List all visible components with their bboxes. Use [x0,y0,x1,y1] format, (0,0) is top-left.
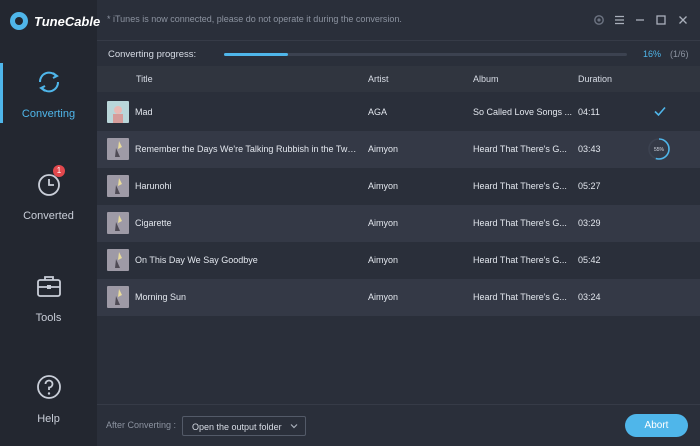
after-converting-value: Open the output folder [192,422,282,432]
notice-text: iTunes is now connected, please do not o… [113,14,402,24]
track-duration: 04:11 [578,107,600,117]
checkmark-icon [654,106,666,117]
sidebar-item-tools[interactable]: Tools [0,267,97,363]
track-title: Morning Sun [135,292,187,302]
menu-icon[interactable] [611,12,627,28]
table-row[interactable]: Morning Sun Aimyon Heard That There's G.… [97,279,700,316]
converting-icon [38,71,60,93]
row-progress-text: 55% [654,147,665,153]
maximize-icon[interactable] [653,12,669,28]
track-title: On This Day We Say Goodbye [135,255,258,265]
track-duration: 05:27 [578,181,601,191]
footer-bar: After Converting : Open the output folde… [97,404,700,446]
track-duration: 03:24 [578,292,601,302]
album-art [107,212,129,234]
track-artist: Aimyon [368,144,399,154]
progress-percent: 16% [643,49,662,59]
track-title: Remember the Days We're Talking Rubbish … [135,144,357,154]
app-brand: TuneCable [10,10,100,32]
track-title: Harunohi [135,181,172,191]
app-name: TuneCable [34,13,101,29]
after-converting-label: After Converting : [106,420,177,430]
album-art [107,249,129,271]
itunes-notice: * iTunes is now connected, please do not… [107,14,402,24]
table-row[interactable]: Cigarette Aimyon Heard That There's G...… [97,205,700,242]
column-title[interactable]: Title [136,74,153,84]
track-album: So Called Love Songs ... [473,107,573,117]
tunecable-logo-icon [10,12,28,30]
column-album[interactable]: Album [473,74,499,84]
sidebar-item-label: Converting [21,108,76,120]
sidebar-item-converting[interactable]: Converting [0,63,97,159]
converting-progress: Converting progress: 16% (1/6) [97,40,700,66]
album-art [107,138,129,160]
album-art [107,286,129,308]
help-icon [37,375,61,399]
column-duration[interactable]: Duration [578,74,612,84]
track-duration: 03:43 [578,144,601,154]
table-row[interactable]: On This Day We Say Goodbye Aimyon Heard … [97,242,700,279]
sidebar-item-converted[interactable]: 1 Converted [0,165,97,261]
track-artist: AGA [368,107,388,117]
converted-count-badge: 1 [53,165,65,177]
track-duration: 05:42 [578,255,601,265]
track-album: Heard That There's G... [473,255,567,265]
table-row[interactable]: Harunohi Aimyon Heard That There's G... … [97,168,700,205]
toolbox-icon [37,276,61,297]
sidebar-item-label: Help [37,413,60,425]
table-header: Title Artist Album Duration [97,66,700,92]
track-title: Cigarette [135,218,172,228]
progress-bar [224,53,627,56]
sidebar-item-label: Converted [23,210,74,222]
after-converting-select[interactable]: Open the output folder [182,416,306,436]
track-artist: Aimyon [368,181,399,191]
track-title: Mad [135,107,153,117]
conversion-progress-ring: 55% [648,138,670,160]
sidebar: TuneCable Converting 1 Converted Tools H… [0,0,100,446]
track-artist: Aimyon [368,255,399,265]
track-album: Heard That There's G... [473,181,567,191]
table-row[interactable]: Mad AGA So Called Love Songs ... 04:11 [97,94,700,131]
progress-label: Converting progress: [108,49,197,60]
sidebar-item-help[interactable]: Help [0,368,97,446]
track-album: Heard That There's G... [473,292,567,302]
settings-icon[interactable] [591,12,607,28]
progress-count: (1/6) [670,49,689,59]
chevron-down-icon [290,424,298,429]
album-art [107,175,129,197]
track-duration: 03:29 [578,218,601,228]
minimize-icon[interactable] [632,12,648,28]
track-album: Heard That There's G... [473,144,567,154]
track-album: Heard That There's G... [473,218,567,228]
title-bar: * iTunes is now connected, please do not… [97,0,700,40]
track-artist: Aimyon [368,218,399,228]
abort-button[interactable]: Abort [625,414,688,437]
track-artist: Aimyon [368,292,399,302]
close-icon[interactable] [675,12,691,28]
album-art [107,101,129,123]
table-row[interactable]: Remember the Days We're Talking Rubbish … [97,131,700,168]
progress-bar-fill [224,53,289,56]
sidebar-item-label: Tools [35,312,62,324]
column-artist[interactable]: Artist [368,74,389,84]
